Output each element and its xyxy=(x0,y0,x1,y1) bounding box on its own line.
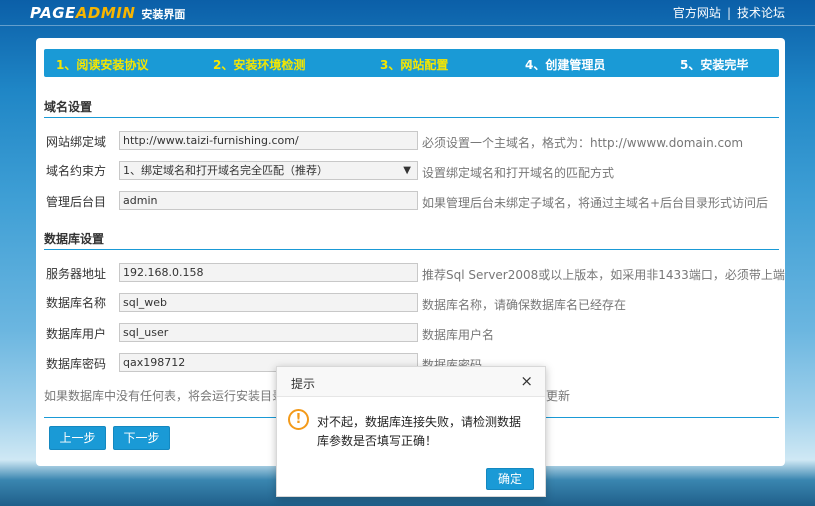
admin-dir-hint: 如果管理后台未绑定子域名，将通过主域名+后台目录形式访问后 xyxy=(422,196,769,210)
tech-forum-link[interactable]: 技术论坛 xyxy=(737,4,785,21)
prev-step-button[interactable]: 上一步 xyxy=(49,426,106,450)
confirm-button[interactable]: 确定 xyxy=(486,468,534,490)
domain-constraint-label: 域名约束方 xyxy=(46,164,107,178)
server-address-hint: 推荐Sql Server2008或以上版本，如采用非1433端口，必须带上端 xyxy=(422,268,785,282)
install-steps-bar: 1、阅读安装协议 2、安装环境检测 3、网站配置 4、创建管理员 5、安装完毕 xyxy=(44,49,779,77)
db-name-hint: 数据库名称，请确保数据库名已经存在 xyxy=(422,298,627,312)
db-note-text: 如果数据库中没有任何表，将会运行安装目录 xyxy=(44,389,285,403)
domain-constraint-hint: 设置绑定域名和打开域名的匹配方式 xyxy=(422,166,615,180)
step-finished: 5、安装完毕 xyxy=(680,58,749,72)
step-env-check: 2、安装环境检测 xyxy=(213,58,306,72)
db-section-title: 数据库设置 xyxy=(44,232,105,246)
db-name-input[interactable] xyxy=(119,293,418,312)
domain-constraint-value: 1、绑定域名和打开域名完全匹配（推荐） xyxy=(123,164,328,177)
top-links: 官方网站 | 技术论坛 xyxy=(673,4,785,21)
db-note-text-tail: 更新 xyxy=(546,389,571,403)
server-address-input[interactable] xyxy=(119,263,418,282)
domain-section-title: 域名设置 xyxy=(44,100,93,114)
step-create-admin: 4、创建管理员 xyxy=(525,58,606,72)
dialog-message: 对不起，数据库连接失败，请检测数据库参数是否填写正确！ xyxy=(317,415,522,448)
step-read-agreement: 1、阅读安装协议 xyxy=(56,58,149,72)
db-user-hint: 数据库用户名 xyxy=(422,328,495,342)
db-password-label: 数据库密码 xyxy=(46,357,107,371)
bind-domain-hint: 必须设置一个主域名，格式为：http://wwww.domain.com xyxy=(422,136,744,150)
bind-domain-label: 网站绑定域 xyxy=(46,135,107,149)
logo: PAGE ADMIN 安装界面 xyxy=(30,4,185,22)
top-bar: PAGE ADMIN 安装界面 官方网站 | 技术论坛 xyxy=(0,0,815,26)
logo-admin-text: ADMIN xyxy=(75,4,136,22)
link-separator: | xyxy=(726,5,731,20)
db-name-label: 数据库名称 xyxy=(46,296,107,310)
db-section-divider xyxy=(44,249,779,250)
logo-page-text: PAGE xyxy=(30,4,76,22)
close-icon[interactable]: × xyxy=(520,373,533,389)
dropdown-arrow-icon: ▼ xyxy=(403,165,411,176)
server-address-label: 服务器地址 xyxy=(46,267,107,281)
bind-domain-input[interactable] xyxy=(119,131,418,150)
dialog-header: 提示 × xyxy=(277,367,545,397)
step-site-config: 3、网站配置 xyxy=(380,58,449,72)
db-user-label: 数据库用户 xyxy=(46,327,107,341)
logo-subtitle: 安装界面 xyxy=(141,8,186,21)
warning-icon: ! xyxy=(288,409,309,430)
db-user-input[interactable] xyxy=(119,323,418,342)
alert-dialog: 提示 × ! 对不起，数据库连接失败，请检测数据库参数是否填写正确！ 确定 xyxy=(276,366,546,497)
admin-dir-input[interactable] xyxy=(119,191,418,210)
domain-section-divider xyxy=(44,117,779,118)
domain-constraint-select[interactable]: 1、绑定域名和打开域名完全匹配（推荐） ▼ xyxy=(119,161,418,180)
admin-dir-label: 管理后台目 xyxy=(46,195,107,209)
dialog-title: 提示 xyxy=(291,377,316,391)
next-step-button[interactable]: 下一步 xyxy=(113,426,170,450)
official-site-link[interactable]: 官方网站 xyxy=(673,4,721,21)
